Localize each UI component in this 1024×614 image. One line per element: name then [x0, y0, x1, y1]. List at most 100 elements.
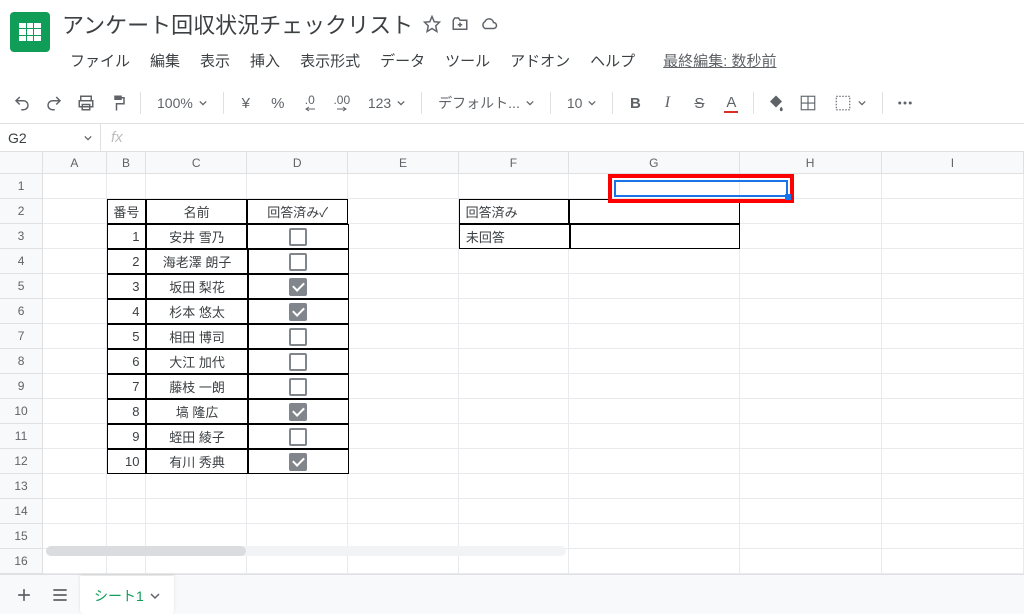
cell[interactable]	[248, 274, 349, 299]
row-header[interactable]: 6	[0, 299, 43, 324]
cell[interactable]	[349, 224, 459, 249]
cell[interactable]	[740, 324, 882, 349]
cell[interactable]	[882, 174, 1024, 199]
print-button[interactable]	[72, 89, 100, 117]
fill-handle[interactable]	[785, 194, 791, 200]
more-formats-select[interactable]: 123	[360, 89, 413, 117]
cell[interactable]	[349, 349, 459, 374]
cell[interactable]	[740, 249, 882, 274]
cell[interactable]	[740, 299, 882, 324]
font-select[interactable]: デフォルト...	[430, 89, 542, 117]
cell[interactable]: 5	[107, 324, 147, 349]
formula-input[interactable]	[133, 124, 1024, 151]
undo-button[interactable]	[8, 89, 36, 117]
cell[interactable]	[248, 324, 349, 349]
col-header[interactable]: F	[459, 152, 569, 173]
cell[interactable]	[43, 274, 107, 299]
col-header[interactable]: H	[740, 152, 882, 173]
currency-button[interactable]: ¥	[232, 89, 260, 117]
cell[interactable]	[459, 399, 569, 424]
cell[interactable]	[43, 474, 107, 499]
cell[interactable]	[740, 549, 882, 574]
select-all-corner[interactable]	[0, 152, 43, 173]
cell[interactable]	[459, 499, 569, 524]
cell[interactable]	[882, 349, 1024, 374]
cell[interactable]: 杉本 悠太	[146, 299, 247, 324]
cell[interactable]	[43, 324, 107, 349]
sheets-logo[interactable]	[10, 12, 50, 52]
cell[interactable]	[348, 499, 458, 524]
add-sheet-button[interactable]	[8, 579, 40, 611]
checkbox[interactable]	[289, 328, 307, 346]
cell[interactable]	[882, 374, 1024, 399]
cloud-status-icon[interactable]	[479, 15, 499, 33]
cell[interactable]	[569, 199, 739, 224]
cell[interactable]	[107, 499, 146, 524]
cell[interactable]	[569, 299, 739, 324]
cell[interactable]	[248, 249, 349, 274]
row-header[interactable]: 2	[0, 199, 43, 224]
cell[interactable]	[882, 474, 1024, 499]
menu-help[interactable]: ヘルプ	[582, 46, 643, 75]
cell[interactable]	[740, 449, 882, 474]
cell[interactable]	[248, 424, 349, 449]
cell[interactable]	[459, 424, 569, 449]
col-header[interactable]: D	[247, 152, 348, 173]
cell[interactable]	[569, 549, 739, 574]
cell[interactable]	[43, 374, 107, 399]
cell[interactable]	[882, 224, 1024, 249]
cell[interactable]: 名前	[146, 199, 247, 224]
cell[interactable]: 番号	[107, 199, 146, 224]
cell[interactable]	[569, 449, 739, 474]
cell[interactable]	[247, 174, 348, 199]
cell[interactable]	[43, 224, 107, 249]
checkbox[interactable]	[289, 353, 307, 371]
cell[interactable]	[247, 474, 348, 499]
cell[interactable]	[740, 524, 882, 549]
menu-view[interactable]: 表示	[192, 46, 238, 75]
row-header[interactable]: 16	[0, 549, 43, 574]
cell[interactable]: 塙 隆広	[146, 399, 247, 424]
row-header[interactable]: 5	[0, 274, 43, 299]
cell[interactable]	[569, 249, 739, 274]
row-header[interactable]: 9	[0, 374, 43, 399]
cell[interactable]	[459, 349, 569, 374]
cell[interactable]: 有川 秀典	[146, 449, 247, 474]
spreadsheet-grid[interactable]: A B C D E F G H I 12番号名前回答済み✓回答済み31安井 雪乃…	[0, 152, 1024, 600]
cell[interactable]	[569, 324, 739, 349]
cell[interactable]	[569, 424, 739, 449]
row-header[interactable]: 15	[0, 524, 43, 549]
cell[interactable]	[882, 549, 1024, 574]
cell[interactable]	[348, 174, 458, 199]
cell[interactable]: 未回答	[459, 224, 570, 249]
cell[interactable]	[882, 499, 1024, 524]
cell[interactable]: 安井 雪乃	[146, 224, 247, 249]
checkbox[interactable]	[289, 253, 307, 271]
cell[interactable]: 回答済み	[459, 199, 570, 224]
cell[interactable]	[146, 174, 247, 199]
cell[interactable]	[247, 224, 348, 249]
cell[interactable]	[43, 174, 107, 199]
cell[interactable]: 大江 加代	[146, 349, 247, 374]
document-title[interactable]: アンケート回収状況チェックリスト	[62, 8, 413, 40]
cell[interactable]	[459, 174, 569, 199]
cell[interactable]: 蛭田 綾子	[146, 424, 247, 449]
cell[interactable]	[248, 374, 349, 399]
cell[interactable]	[740, 474, 882, 499]
cell[interactable]: 8	[107, 399, 147, 424]
cell[interactable]	[740, 224, 882, 249]
cell[interactable]	[349, 449, 459, 474]
menu-tools[interactable]: ツール	[437, 46, 498, 75]
cell[interactable]	[43, 299, 107, 324]
cell[interactable]	[882, 199, 1024, 224]
checkbox[interactable]	[289, 403, 307, 421]
italic-button[interactable]: I	[653, 89, 681, 117]
cell[interactable]	[107, 174, 146, 199]
cell[interactable]	[569, 349, 739, 374]
menu-addons[interactable]: アドオン	[502, 46, 578, 75]
cell[interactable]	[882, 274, 1024, 299]
redo-button[interactable]	[40, 89, 68, 117]
name-box[interactable]: G2	[0, 130, 100, 146]
cell[interactable]	[740, 424, 882, 449]
cell[interactable]	[43, 199, 107, 224]
